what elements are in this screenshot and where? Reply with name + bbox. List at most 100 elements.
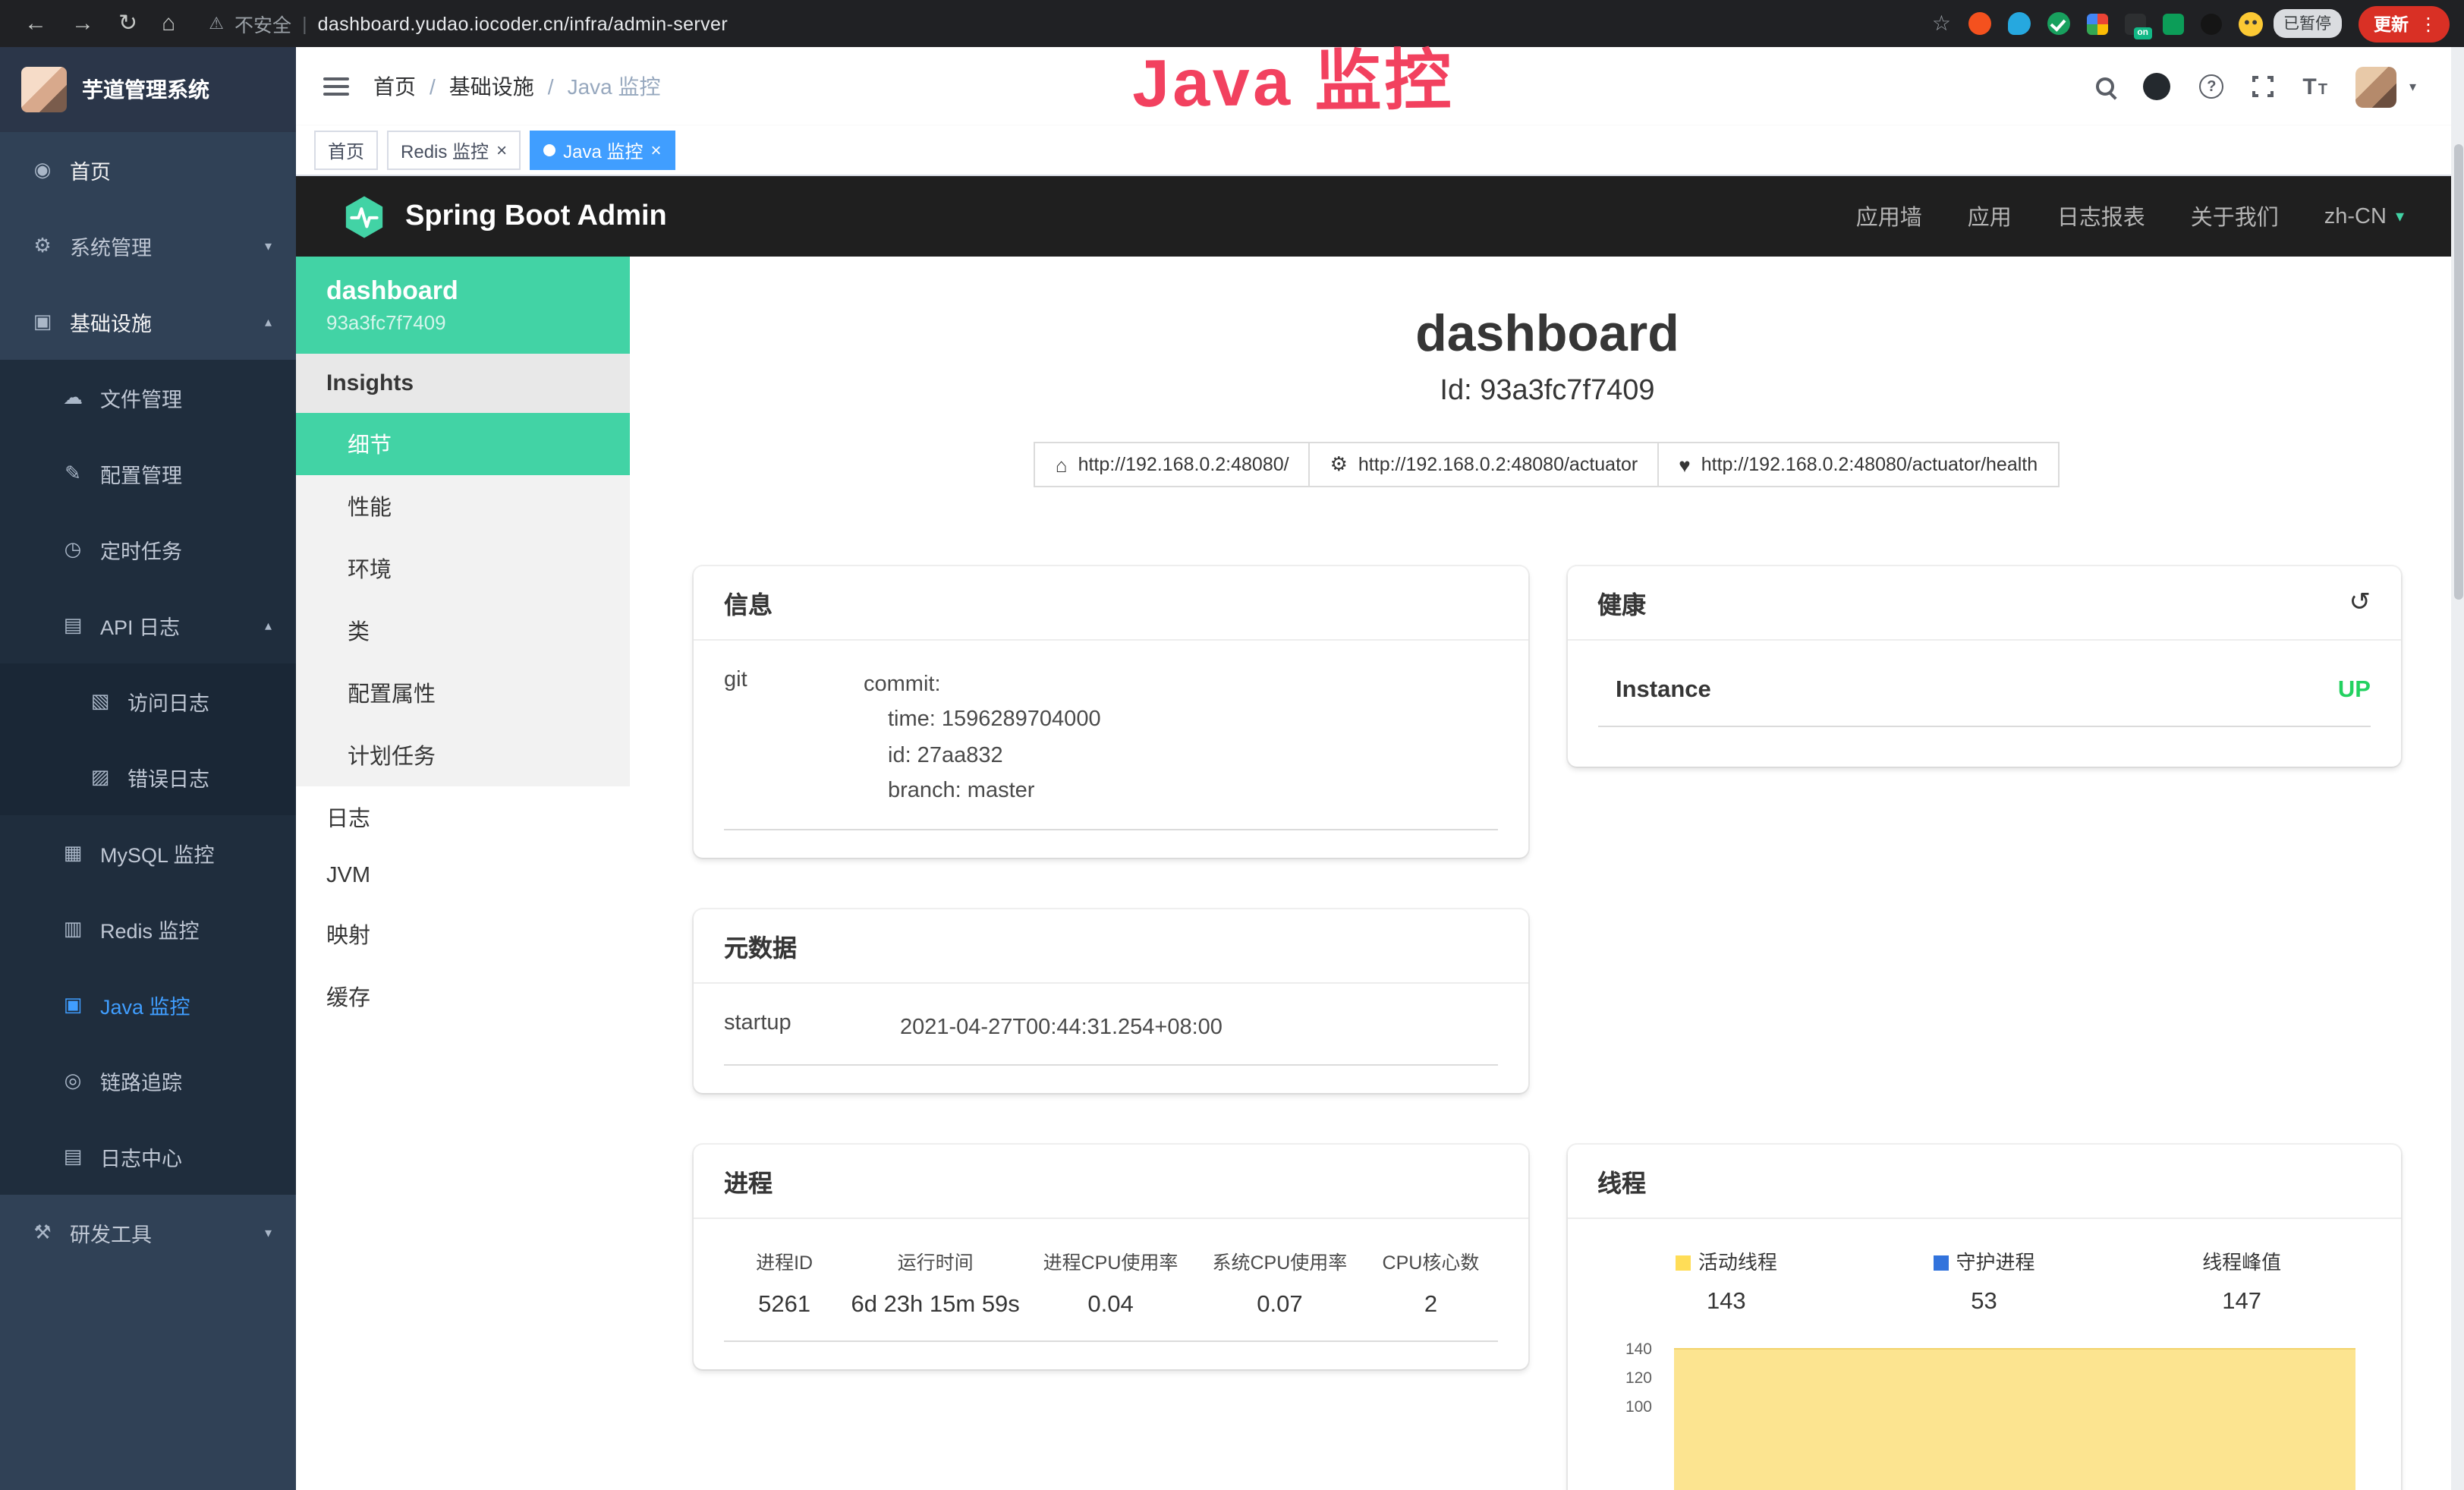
instance-id-line: Id: 93a3fc7f7409: [630, 375, 2464, 408]
tag-redis-monitor[interactable]: Redis 监控 ×: [387, 131, 521, 170]
extension-icon-dark[interactable]: [2200, 13, 2221, 34]
sba-menu-details[interactable]: 细节: [296, 413, 630, 475]
sba-nav-about[interactable]: 关于我们: [2191, 200, 2279, 232]
forward-icon[interactable]: →: [71, 12, 94, 35]
sba-menu-scheduled-tasks[interactable]: 计划任务: [296, 724, 630, 786]
sidebar-item-system[interactable]: ⚙ 系统管理 ▾: [0, 208, 296, 284]
fullscreen-icon[interactable]: [2252, 76, 2274, 97]
bookmark-star-icon[interactable]: ☆: [1932, 11, 1951, 36]
sba-instance-header[interactable]: dashboard 93a3fc7f7409: [296, 257, 630, 354]
sidebar-item-home[interactable]: ◉ 首页: [0, 132, 296, 208]
process-table: 进程ID 5261 运行时间 6d 23h 15m 59s: [724, 1247, 1497, 1343]
browser-menu-dots-icon[interactable]: ⋮: [2419, 13, 2437, 34]
sba-menu-config-props[interactable]: 配置属性: [296, 662, 630, 724]
sba-content: dashboard Id: 93a3fc7f7409 ⌂ http://192.…: [630, 257, 2464, 1490]
sidebar-item-java-monitor[interactable]: ▣ Java 监控: [0, 967, 296, 1043]
extension-icon-grid[interactable]: [2086, 13, 2107, 34]
log-center-icon: ▤: [61, 1145, 85, 1169]
cpu-cores-value: 2: [1370, 1293, 1491, 1320]
sidebar-item-error-logs[interactable]: ▨ 错误日志: [0, 739, 296, 815]
address-bar[interactable]: ⚠ 不安全 | dashboard.yudao.iocoder.cn/infra…: [209, 9, 728, 38]
clock-icon: ◷: [61, 537, 85, 562]
sba-menu-jvm[interactable]: JVM: [296, 849, 630, 903]
sba-language-select[interactable]: zh-CN ▾: [2324, 204, 2404, 228]
page-scrollbar[interactable]: [2451, 47, 2464, 1490]
sba-menu-logs[interactable]: 日志: [296, 786, 630, 849]
tag-home[interactable]: 首页: [314, 131, 378, 170]
github-icon[interactable]: [2143, 73, 2170, 100]
sba-brand[interactable]: Spring Boot Admin: [341, 194, 667, 239]
sidebar-item-scheduled-jobs[interactable]: ◷ 定时任务: [0, 512, 296, 587]
breadcrumb-home[interactable]: 首页: [373, 71, 416, 102]
git-branch-line: branch: master: [864, 775, 1497, 811]
extension-on-badge: on: [2134, 27, 2151, 39]
instance-url-link[interactable]: ⌂ http://192.168.0.2:48080/: [1034, 442, 1311, 487]
scrollbar-thumb[interactable]: [2453, 144, 2462, 600]
app-logo[interactable]: 芋道管理系统: [0, 47, 296, 132]
app-sidebar: 芋道管理系统 ◉ 首页 ⚙ 系统管理 ▾ ▣ 基础设施 ▴: [0, 47, 296, 1490]
infrastructure-submenu: ☁ 文件管理 ✎ 配置管理 ◷ 定时任务 ▤ API 日志 ▴: [0, 360, 296, 1195]
health-url-link[interactable]: ♥ http://192.168.0.2:48080/actuator/heal…: [1657, 442, 2059, 487]
close-icon[interactable]: ×: [650, 141, 661, 159]
dashboard-icon: ◉: [30, 158, 55, 182]
security-warning-label: 不安全: [234, 9, 291, 38]
extension-icon-switch[interactable]: on: [2124, 13, 2145, 34]
sync-paused-badge[interactable]: 已暂停: [2273, 9, 2342, 38]
extension-icon-leaf[interactable]: [2162, 13, 2183, 34]
sba-menu-insights[interactable]: Insights: [296, 354, 630, 413]
sba-nav-journal[interactable]: 日志报表: [2057, 200, 2145, 232]
browser-home-icon[interactable]: ⌂: [162, 12, 175, 35]
instance-title: dashboard: [630, 305, 2464, 364]
daemon-threads-legend-swatch: [1933, 1256, 1948, 1271]
chrome-update-button[interactable]: 更新 ⋮: [2359, 5, 2450, 42]
extension-icon-drop[interactable]: [2007, 12, 2030, 35]
sba-nav-wall[interactable]: 应用墙: [1856, 200, 1922, 232]
tag-java-monitor[interactable]: Java 监控 ×: [530, 131, 675, 170]
extension-icon-check[interactable]: [2047, 12, 2069, 35]
search-icon[interactable]: [2096, 77, 2114, 96]
sidebar-item-redis-monitor[interactable]: ▥ Redis 监控: [0, 891, 296, 967]
close-icon[interactable]: ×: [496, 141, 507, 159]
sidebar-item-devtools[interactable]: ⚒ 研发工具 ▾: [0, 1195, 296, 1271]
process-card: 进程 进程ID 5261 运行时间: [694, 1145, 1528, 1370]
sidebar-item-tracing[interactable]: ◎ 链路追踪: [0, 1043, 296, 1119]
sba-menu-classes[interactable]: 类: [296, 600, 630, 662]
sba-menu-metrics[interactable]: 性能: [296, 475, 630, 537]
breadcrumb-separator: /: [430, 74, 436, 99]
sidebar-item-label: 访问日志: [127, 686, 209, 717]
extension-icon-orange[interactable]: [1968, 12, 1990, 35]
status-badge: UP: [2338, 677, 2371, 704]
sba-menu-mappings[interactable]: 映射: [296, 903, 630, 966]
sidebar-item-mysql-monitor[interactable]: ▦ MySQL 监控: [0, 815, 296, 891]
breadcrumb-infrastructure[interactable]: 基础设施: [449, 71, 534, 102]
sidebar-item-access-logs[interactable]: ▧ 访问日志: [0, 663, 296, 739]
sidebar-item-config-management[interactable]: ✎ 配置管理: [0, 436, 296, 512]
sba-menu-caches[interactable]: 缓存: [296, 966, 630, 1028]
sidebar-item-log-center[interactable]: ▤ 日志中心: [0, 1119, 296, 1195]
sba-menu-environment[interactable]: 环境: [296, 537, 630, 600]
live-threads-label: 活动线程: [1698, 1252, 1777, 1274]
sidebar-item-label: 配置管理: [100, 458, 182, 489]
sidebar-item-infrastructure[interactable]: ▣ 基础设施 ▴: [0, 284, 296, 360]
health-instance-row[interactable]: Instance UP: [1597, 668, 2371, 727]
back-icon[interactable]: ←: [24, 12, 47, 35]
threads-legend: 活动线程 143 守护进程 53: [1597, 1247, 2371, 1317]
avatar-caret-icon[interactable]: ▾: [2409, 78, 2416, 95]
sidebar-item-api-logs[interactable]: ▤ API 日志 ▴: [0, 587, 296, 663]
hamburger-menu-icon[interactable]: [323, 77, 349, 96]
peak-threads-value: 147: [2113, 1290, 2371, 1317]
font-size-icon[interactable]: T T: [2302, 75, 2327, 98]
sidebar-item-file-management[interactable]: ☁ 文件管理: [0, 360, 296, 436]
history-icon[interactable]: ↺: [2349, 587, 2371, 618]
app-logo-image: [21, 67, 67, 112]
help-icon[interactable]: ?: [2199, 74, 2223, 99]
url-text[interactable]: dashboard.yudao.iocoder.cn/infra/admin-s…: [318, 13, 729, 34]
profile-smiley-icon[interactable]: [2238, 11, 2262, 36]
actuator-url-link[interactable]: ⚙ http://192.168.0.2:48080/actuator: [1309, 442, 1660, 487]
address-separator: |: [302, 13, 307, 34]
sba-nav-applications[interactable]: 应用: [1968, 200, 2012, 232]
reload-icon[interactable]: ↻: [118, 12, 137, 35]
info-card-title: 信息: [724, 584, 773, 621]
avatar[interactable]: [2356, 66, 2397, 107]
security-warning-icon[interactable]: ⚠: [209, 14, 224, 33]
